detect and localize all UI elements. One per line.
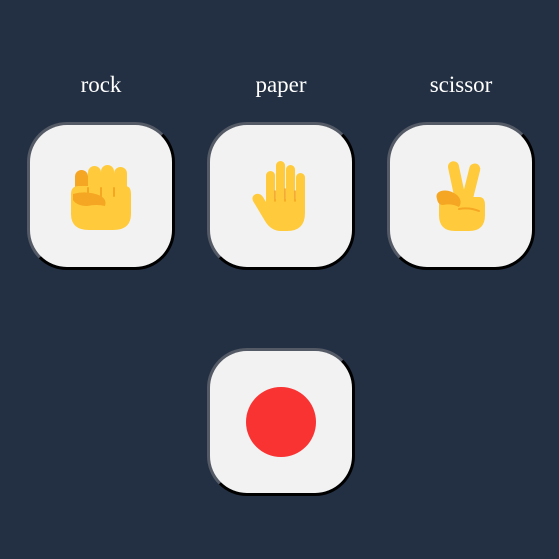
scissor-choice: scissor xyxy=(387,70,535,270)
paper-choice: paper xyxy=(207,70,355,270)
rock-choice: rock xyxy=(27,70,175,270)
paper-label: paper xyxy=(255,72,307,97)
scissor-button[interactable] xyxy=(387,122,535,270)
raised-hand-icon xyxy=(249,159,313,233)
rock-label: rock xyxy=(80,72,122,97)
red-circle-icon xyxy=(246,387,316,457)
rock-button[interactable] xyxy=(27,122,175,270)
raised-fist-icon xyxy=(67,160,135,232)
victory-hand-icon xyxy=(429,159,493,233)
result-card xyxy=(207,348,355,496)
game-board: rock paper scissor xyxy=(0,0,559,559)
paper-button[interactable] xyxy=(207,122,355,270)
scissor-label: scissor xyxy=(429,72,493,97)
result-panel xyxy=(207,348,355,496)
